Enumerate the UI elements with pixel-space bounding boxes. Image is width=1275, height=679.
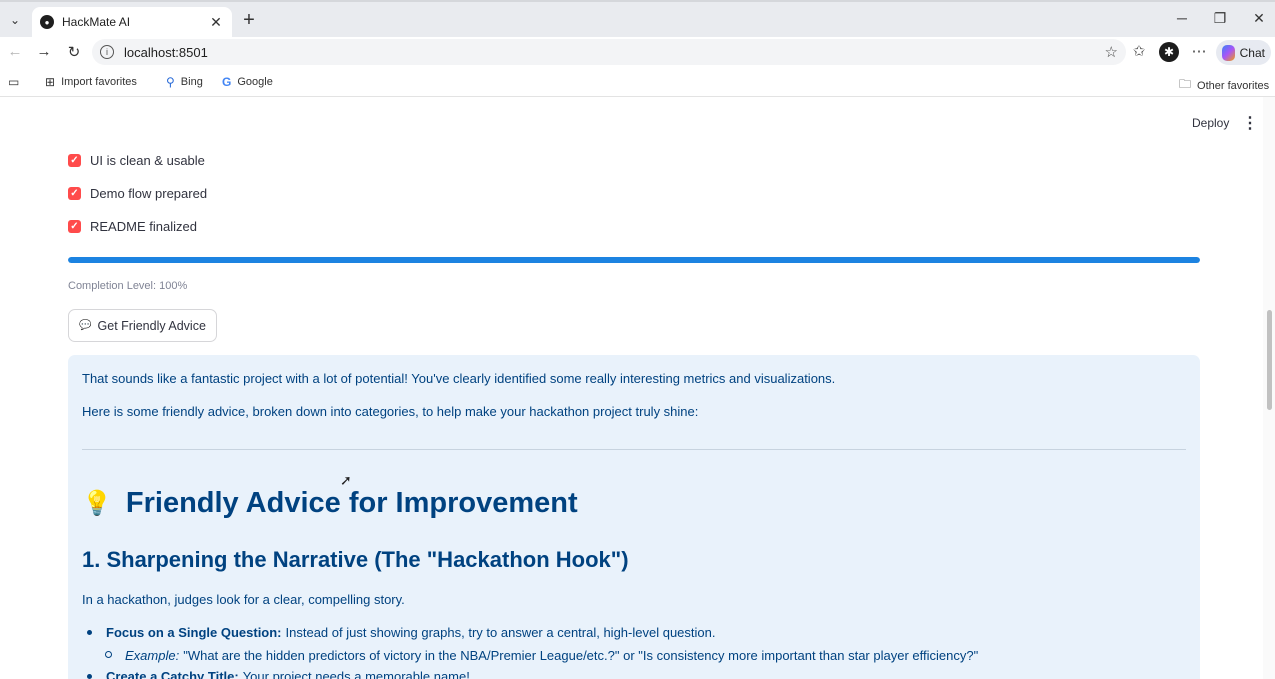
app-favicon-icon: ●: [40, 15, 54, 29]
section-1-title: 1. Sharpening the Narrative (The "Hackat…: [82, 547, 629, 572]
copilot-icon: [1222, 44, 1235, 61]
checkbox-checked-icon[interactable]: ✓: [68, 154, 81, 167]
other-favorites[interactable]: 🗀 Other favorites: [1179, 75, 1269, 96]
more-options-icon[interactable]: ⋯: [1189, 42, 1209, 60]
favorite-label: Bing: [180, 76, 203, 88]
advice-lead: Here is some friendly advice, broken dow…: [82, 404, 699, 419]
lightbulb-icon: 💡: [82, 490, 112, 517]
list-item: Create a Catchy Title: Your project need…: [87, 669, 470, 679]
reading-list-icon[interactable]: ▭: [8, 75, 25, 89]
url-text[interactable]: localhost:8501: [124, 45, 1105, 60]
bullet-text: Instead of just showing graphs, try to a…: [285, 625, 716, 640]
favorite-label: Import favorites: [61, 76, 137, 88]
bullet-bold: Focus on a Single Question:: [106, 625, 282, 640]
bullet-italic: Example:: [125, 648, 180, 663]
copilot-chat-button[interactable]: Chat: [1216, 40, 1271, 65]
speech-bubble-icon: 💬: [79, 320, 92, 331]
bullet-text: Your project needs a memorable name!: [242, 669, 470, 679]
checklist-label: README finalized: [90, 219, 197, 234]
tab-actions-menu-icon[interactable]: ⌄: [4, 10, 26, 30]
checklist-label: Demo flow prepared: [90, 186, 208, 201]
progress-fill: [68, 257, 1200, 263]
back-icon[interactable]: ←: [5, 43, 25, 60]
checkbox-checked-icon[interactable]: ✓: [68, 220, 81, 233]
other-favorites-label: Other favorites: [1197, 79, 1270, 92]
favorite-import[interactable]: ⊞ Import favorites: [45, 75, 137, 89]
mouse-cursor-icon: ➚: [340, 472, 352, 488]
import-icon: ⊞: [45, 75, 56, 89]
checklist-item[interactable]: ✓ UI is clean & usable: [68, 153, 205, 168]
scrollbar-thumb[interactable]: [1267, 310, 1272, 410]
profile-avatar[interactable]: ✱: [1159, 42, 1179, 62]
app-page: Deploy ⋮ ✓ UI is clean & usable ✓ Demo f…: [0, 97, 1263, 679]
browser-tab[interactable]: ● HackMate AI ✕: [32, 7, 232, 37]
completion-label: Completion Level: 100%: [68, 280, 188, 292]
checklist-item[interactable]: ✓ Demo flow prepared: [68, 186, 207, 201]
favorite-bing[interactable]: ⚲ Bing: [166, 75, 203, 89]
new-tab-icon[interactable]: +: [240, 10, 258, 30]
list-item: Focus on a Single Question: Instead of j…: [87, 625, 715, 640]
advice-intro: That sounds like a fantastic project wit…: [82, 371, 836, 386]
close-window-icon[interactable]: ✕: [1249, 10, 1269, 27]
section-1-intro: In a hackathon, judges look for a clear,…: [82, 592, 405, 607]
tab-title: HackMate AI: [62, 15, 131, 29]
get-advice-button[interactable]: 💬 Get Friendly Advice: [68, 309, 217, 342]
checkbox-checked-icon[interactable]: ✓: [68, 187, 81, 200]
folder-icon: 🗀: [1179, 77, 1192, 91]
advice-info-box: That sounds like a fantastic project wit…: [68, 355, 1200, 679]
deploy-button[interactable]: Deploy: [1192, 116, 1229, 130]
chat-label: Chat: [1239, 45, 1265, 60]
bullet-bold: Create a Catchy Title:: [106, 669, 239, 679]
tab-strip: ⌄ ● HackMate AI ✕ + ─ ❐ ✕: [0, 0, 1275, 37]
close-tab-icon[interactable]: ✕: [208, 14, 224, 31]
browser-toolbar: ← → ↻ i localhost:8501 ☆ ✩ ✱ ⋯ Chat: [0, 37, 1275, 68]
advice-heading-text: Friendly Advice for Improvement: [125, 487, 578, 519]
main-menu-icon[interactable]: ⋮: [1242, 113, 1258, 133]
address-bar[interactable]: i localhost:8501 ☆: [92, 39, 1126, 65]
forward-icon[interactable]: →: [34, 43, 54, 60]
reload-icon[interactable]: ↻: [64, 43, 84, 61]
checklist-item[interactable]: ✓ README finalized: [68, 219, 197, 234]
list-item: Example: "What are the hidden predictors…: [105, 648, 978, 663]
minimize-icon[interactable]: ─: [1172, 10, 1192, 26]
favorites-bar: ▭ ⊞ Import favorites ⚲ Bing G Google 🗀 O…: [0, 68, 1275, 97]
favorites-icon[interactable]: ✩: [1129, 42, 1149, 60]
favorite-star-icon[interactable]: ☆: [1105, 43, 1118, 61]
advice-heading: 💡 Friendly Advice for Improvement: [82, 487, 578, 520]
favorite-label: Google: [237, 76, 273, 88]
site-info-icon[interactable]: i: [100, 45, 114, 59]
completion-progress-bar: [68, 257, 1200, 263]
divider: [82, 449, 1186, 450]
restore-icon[interactable]: ❐: [1210, 10, 1230, 27]
checklist-label: UI is clean & usable: [90, 153, 205, 168]
search-icon: ⚲: [166, 75, 175, 89]
favorite-google[interactable]: G Google: [222, 75, 273, 89]
advice-button-label: Get Friendly Advice: [97, 318, 206, 333]
google-icon: G: [222, 75, 232, 89]
bullet-text: "What are the hidden predictors of victo…: [183, 648, 979, 663]
